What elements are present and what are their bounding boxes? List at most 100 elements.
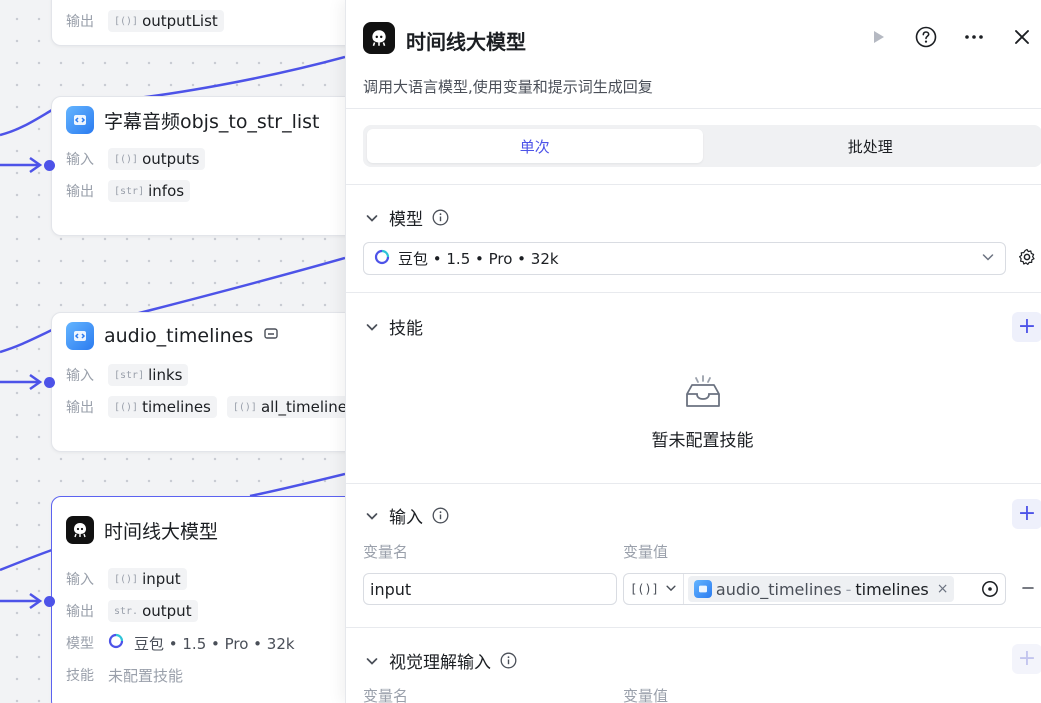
chevron-down-icon[interactable] — [363, 209, 381, 227]
section-title: 技能 — [389, 319, 423, 339]
run-button[interactable] — [865, 26, 891, 52]
node-subtitle-audio[interactable]: 字幕音频objs_to_str_list 输入 [()] outputs 输出 … — [51, 96, 361, 236]
close-icon — [1012, 27, 1032, 51]
input-value: input — [142, 570, 181, 588]
doubao-model-icon — [374, 249, 390, 269]
plus-icon: + — [1017, 501, 1037, 526]
node-output-list[interactable]: 输出 [()] outputList — [51, 0, 361, 46]
play-icon — [870, 29, 886, 49]
input-port[interactable] — [44, 596, 55, 607]
code-node-icon — [693, 580, 712, 598]
info-circle-icon[interactable] — [499, 652, 517, 670]
output-pill-timelines: [()] timelines — [108, 396, 217, 418]
output-value: output — [142, 602, 192, 620]
string-type-icon: str. — [114, 605, 139, 617]
model-label: 模型 — [66, 636, 94, 652]
input-value: outputs — [142, 150, 200, 168]
linked-workflow-icon — [263, 326, 279, 346]
edge-into-llm-left — [0, 548, 53, 572]
input-port[interactable] — [44, 160, 55, 171]
gear-icon — [1018, 248, 1036, 270]
edge-into-subtitle-left — [0, 108, 53, 137]
chevron-down-icon[interactable] — [363, 507, 381, 525]
code-node-icon — [66, 322, 94, 350]
add-skill-button[interactable]: + — [1012, 312, 1041, 342]
type-select[interactable]: [()] — [624, 574, 684, 604]
node-audio-timelines[interactable]: audio_timelines 输入 [str] links 输出 [()] t… — [51, 312, 361, 452]
empty-box-icon — [683, 375, 723, 416]
info-circle-icon[interactable] — [431, 507, 449, 525]
node-model-row: 模型 豆包 • 1.5 • Pro • 32k — [52, 627, 360, 659]
input-value: links — [148, 366, 183, 384]
output-pill: [str] infos — [108, 180, 191, 202]
array-type-icon: [()] — [114, 153, 139, 165]
node-header: 字幕音频objs_to_str_list — [52, 97, 360, 143]
edge-subtitle-to-audio — [119, 256, 345, 320]
more-horizontal-icon — [963, 26, 985, 52]
output-label: 输出 — [66, 400, 94, 416]
node-output-row: 输出 [()] timelines [()] all_timelines — [52, 391, 360, 423]
chevron-down-icon[interactable] — [363, 652, 381, 670]
divider — [346, 292, 1041, 293]
column-header-value: 变量值 — [623, 687, 669, 703]
section-title: 模型 — [389, 210, 423, 230]
node-input-row: 输入 [()] input — [52, 563, 360, 595]
output-value: outputList — [142, 12, 218, 30]
node-title: 时间线大模型 — [104, 520, 219, 543]
model-select[interactable]: 豆包 • 1.5 • Pro • 32k — [363, 242, 1006, 275]
output-value: infos — [148, 182, 185, 200]
model-section-header[interactable]: 模型 — [363, 205, 449, 230]
llm-node-icon — [363, 22, 395, 54]
type-value: [()] — [630, 582, 659, 596]
close-button[interactable] — [1009, 26, 1035, 52]
node-timeline-llm[interactable]: 时间线大模型 输入 [()] input 输出 str. output 模型 豆… — [51, 496, 361, 703]
tab-single[interactable]: 单次 — [367, 129, 703, 163]
add-vision-input-button[interactable]: + — [1012, 644, 1041, 674]
help-button[interactable] — [913, 26, 939, 52]
output-pill: str. output — [108, 600, 198, 622]
chevron-down-icon — [981, 250, 995, 268]
string-array-type-icon: [str] — [114, 369, 145, 381]
output-label: 输出 — [66, 604, 94, 620]
input-port[interactable] — [44, 377, 55, 388]
edge-into-audio-left — [0, 328, 53, 354]
code-node-icon — [66, 106, 94, 134]
divider — [346, 184, 1041, 185]
variable-name-input[interactable]: input — [363, 573, 617, 605]
output-value: timelines — [142, 398, 211, 416]
input-pill: [()] outputs — [108, 148, 206, 170]
node-title: audio_timelines — [104, 325, 254, 347]
variable-reference-tag[interactable]: audio_timelines - timelines × — [687, 576, 955, 602]
info-circle-icon[interactable] — [431, 209, 449, 227]
model-value: 豆包 • 1.5 • Pro • 32k — [134, 634, 295, 653]
chevron-down-icon[interactable] — [363, 318, 381, 336]
more-button[interactable] — [961, 26, 987, 52]
variable-value-field: [()] audio_timelines - timelines × — [623, 573, 1006, 605]
add-input-button[interactable]: + — [1012, 499, 1041, 529]
chevron-down-icon — [665, 582, 677, 597]
node-header: audio_timelines — [52, 313, 360, 359]
array-type-icon: [()] — [114, 401, 139, 413]
output-pill-all-timelines: [()] all_timelines — [226, 396, 360, 418]
column-header-name: 变量名 — [363, 687, 409, 703]
reference-node-name: audio_timelines — [715, 579, 842, 599]
string-array-type-icon: [str] — [114, 185, 145, 197]
vision-section-header[interactable]: 视觉理解输入 — [363, 648, 517, 673]
panel-header: 时间线大模型 — [346, 0, 1041, 76]
clear-reference-button[interactable]: × — [937, 581, 949, 597]
section-title: 视觉理解输入 — [389, 653, 491, 673]
target-icon[interactable] — [980, 579, 1000, 599]
skills-empty-state: 暂未配置技能 — [363, 372, 1041, 451]
skill-value: 未配置技能 — [108, 666, 184, 685]
run-mode-tabs: 单次 批处理 — [363, 125, 1041, 167]
input-section-header[interactable]: 输入 — [363, 503, 449, 528]
tab-batch[interactable]: 批处理 — [703, 129, 1039, 163]
array-type-icon: [()] — [114, 15, 139, 27]
model-settings-button[interactable] — [1016, 248, 1038, 270]
minus-icon — [1021, 576, 1035, 600]
node-skill-row: 技能 未配置技能 — [52, 659, 360, 691]
panel-description: 调用大语言模型,使用变量和提示词生成回复 — [363, 78, 653, 96]
skill-label: 技能 — [66, 668, 94, 684]
skills-section-header[interactable]: 技能 — [363, 314, 423, 339]
remove-input-button[interactable] — [1018, 578, 1038, 598]
